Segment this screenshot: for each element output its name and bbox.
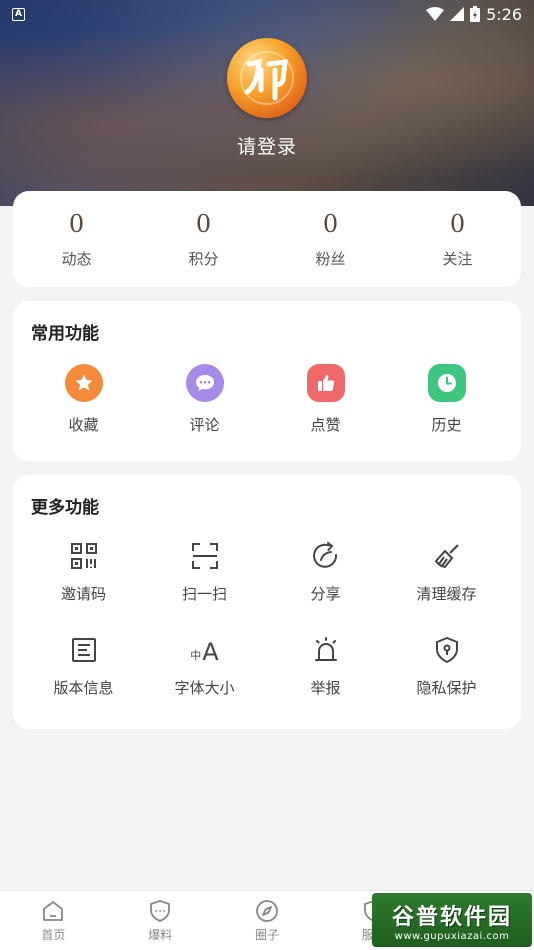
nav-home[interactable]: 首页 <box>0 891 107 950</box>
stat-following[interactable]: 0 关注 <box>394 191 521 287</box>
wifi-icon <box>426 7 445 21</box>
item-label: 分享 <box>310 585 341 603</box>
report-button[interactable]: 举报 <box>265 635 386 698</box>
stat-value: 0 <box>449 209 466 238</box>
share-icon <box>311 541 341 571</box>
notification-icon: A <box>12 7 25 21</box>
item-label: 举报 <box>310 679 341 697</box>
favorites-button[interactable]: 收藏 <box>23 364 144 435</box>
thumbs-up-icon <box>306 364 345 402</box>
battery-icon <box>470 6 481 22</box>
shield-chat-icon <box>150 899 171 922</box>
alarm-icon <box>311 635 341 665</box>
stat-label: 动态 <box>61 249 92 268</box>
watermark-title: 谷普软件园 <box>391 904 512 930</box>
likes-button[interactable]: 点赞 <box>265 364 386 435</box>
stat-value: 0 <box>68 209 85 238</box>
font-size-small-glyph: 中 <box>190 649 202 662</box>
share-button[interactable]: 分享 <box>265 541 386 604</box>
login-prompt[interactable]: 请登录 <box>0 132 534 159</box>
watermark-url: www.gupuxiazai.com <box>394 930 510 942</box>
section-title: 常用功能 <box>31 324 99 344</box>
shield-lock-icon <box>432 635 462 665</box>
section-title: 更多功能 <box>31 498 99 518</box>
item-label: 邀请码 <box>60 585 106 603</box>
home-icon <box>43 900 64 921</box>
item-label: 隐私保护 <box>416 679 477 697</box>
stat-label: 积分 <box>188 249 219 268</box>
scan-button[interactable]: 扫一扫 <box>144 541 265 604</box>
item-label: 收藏 <box>68 416 99 434</box>
font-size-button[interactable]: 中 A 字体大小 <box>144 635 265 698</box>
nav-label: 首页 <box>41 927 66 942</box>
item-label: 历史 <box>431 416 462 434</box>
clear-cache-button[interactable]: 清理缓存 <box>386 541 507 604</box>
invite-code-button[interactable]: 邀请码 <box>23 541 144 604</box>
comment-icon <box>185 364 224 402</box>
stat-fans[interactable]: 0 粉丝 <box>267 191 394 287</box>
nav-circle[interactable]: 圈子 <box>214 891 321 950</box>
history-button[interactable]: 历史 <box>386 364 507 435</box>
broom-icon <box>432 541 462 571</box>
clock-time: 5:26 <box>486 4 522 24</box>
clock-icon <box>427 364 466 402</box>
watermark-logo: 谷普软件园 www.gupuxiazai.com <box>372 893 532 947</box>
signal-icon <box>450 7 465 21</box>
profile-header: A 5:26 请登录 <box>0 0 534 206</box>
stat-label: 关注 <box>442 249 473 268</box>
item-label: 清理缓存 <box>416 585 477 603</box>
qr-code-icon <box>69 541 99 571</box>
common-functions-card: 常用功能 收藏 评论 点赞 历史 <box>13 301 521 461</box>
font-size-icon: 中 A <box>190 635 220 665</box>
avatar-logo-icon <box>240 51 294 105</box>
stats-card: 0 动态 0 积分 0 粉丝 0 关注 <box>13 191 521 287</box>
document-icon <box>69 635 99 665</box>
nav-tips[interactable]: 爆料 <box>107 891 214 950</box>
nav-label: 圈子 <box>254 927 279 942</box>
status-bar: A 5:26 <box>0 0 534 28</box>
star-icon <box>64 364 103 402</box>
item-label: 字体大小 <box>174 679 235 697</box>
nav-label: 爆料 <box>148 927 173 942</box>
font-size-large-glyph: A <box>202 638 219 666</box>
compass-icon <box>256 899 278 922</box>
scan-icon <box>190 541 220 571</box>
version-info-button[interactable]: 版本信息 <box>23 635 144 698</box>
comments-button[interactable]: 评论 <box>144 364 265 435</box>
stat-dynamics[interactable]: 0 动态 <box>13 191 140 287</box>
stat-value: 0 <box>322 209 339 238</box>
stat-value: 0 <box>195 209 212 238</box>
stat-label: 粉丝 <box>315 249 346 268</box>
item-label: 点赞 <box>310 416 341 434</box>
stat-points[interactable]: 0 积分 <box>140 191 267 287</box>
item-label: 评论 <box>189 416 220 434</box>
item-label: 版本信息 <box>53 679 114 697</box>
avatar[interactable] <box>227 38 307 118</box>
item-label: 扫一扫 <box>181 585 227 603</box>
privacy-button[interactable]: 隐私保护 <box>386 635 507 698</box>
more-functions-card: 更多功能 邀请码 扫一扫 分享 清理缓存 版本信息 中 A 字体大小 举报 隐私… <box>13 475 521 729</box>
